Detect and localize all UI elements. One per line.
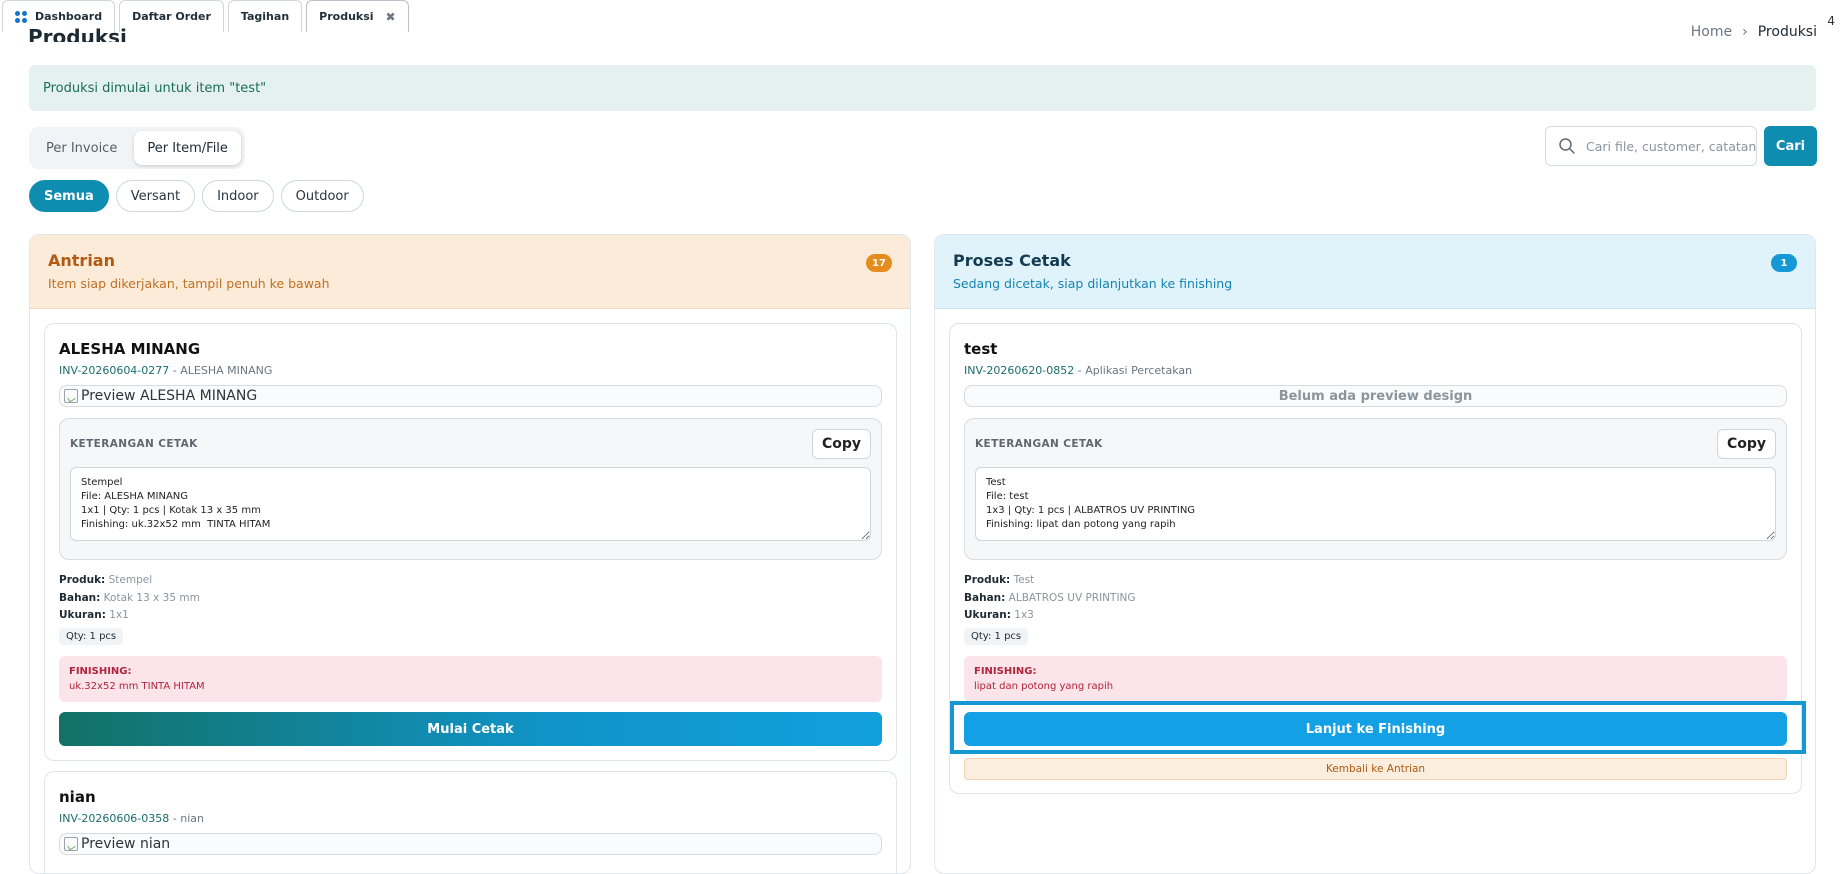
alert-text: Produksi dimulai untuk item "test" bbox=[43, 80, 267, 96]
meta-label: Produk: bbox=[964, 574, 1011, 586]
breadcrumb: Home › Produksi bbox=[1691, 20, 1817, 36]
meta-ukuran: 1x3 bbox=[1014, 609, 1034, 621]
continue-finishing-button[interactable]: Lanjut ke Finishing bbox=[964, 712, 1787, 746]
success-alert: Produksi dimulai untuk item "test" bbox=[29, 65, 1816, 111]
meta-label: Produk: bbox=[59, 574, 106, 586]
page-title: Produksi bbox=[28, 25, 127, 42]
finishing-text: lipat dan potong yang rapih bbox=[974, 681, 1114, 692]
filter-indoor[interactable]: Indoor bbox=[202, 180, 274, 212]
corner-counter: 4 bbox=[1827, 14, 1835, 28]
meta-label: Bahan: bbox=[59, 591, 101, 604]
filter-chips: Semua Versant Indoor Outdoor bbox=[29, 180, 364, 212]
qty-badge: Qty: 1 pcs bbox=[59, 627, 124, 645]
print-notes-box: KETERANGAN CETAK Copy bbox=[59, 418, 882, 560]
search-box bbox=[1545, 126, 1757, 166]
print-notes-box: KETERANGAN CETAK Copy bbox=[964, 418, 1787, 560]
view-toggle: Per Invoice Per Item/File bbox=[29, 127, 245, 169]
invoice-number[interactable]: INV-20260604-0277 bbox=[59, 364, 169, 377]
qty-badge: Qty: 1 pcs bbox=[964, 627, 1029, 645]
filter-versant[interactable]: Versant bbox=[115, 180, 196, 212]
finishing-text: uk.32x52 mm TINTA HITAM bbox=[69, 681, 205, 692]
print-notes-label: KETERANGAN CETAK bbox=[70, 438, 198, 450]
search-input[interactable] bbox=[1586, 138, 1756, 154]
meta-ukuran: 1x1 bbox=[109, 609, 129, 621]
breadcrumb-current: Produksi bbox=[1757, 24, 1817, 36]
invoice-number[interactable]: INV-20260606-0358 bbox=[59, 812, 169, 825]
customer-name: - nian bbox=[172, 812, 204, 825]
finishing-label: FINISHING: bbox=[974, 666, 1037, 677]
search-icon bbox=[1559, 138, 1575, 154]
invoice-number[interactable]: INV-20260620-0852 bbox=[964, 364, 1074, 377]
column-title: Proses Cetak bbox=[953, 251, 1071, 270]
tab-produksi[interactable]: Produksi ✖ bbox=[306, 0, 409, 32]
tab-label: Produksi bbox=[319, 10, 374, 23]
column-subtitle: Sedang dicetak, siap dilanjutkan ke fini… bbox=[953, 276, 1233, 291]
production-card: nian INV-20260606-0358 - nian Preview ni… bbox=[44, 771, 897, 873]
search-button[interactable]: Cari bbox=[1764, 126, 1817, 166]
meta-label: Bahan: bbox=[964, 591, 1006, 604]
broken-image-icon bbox=[64, 837, 78, 851]
invoice-line: INV-20260606-0358 - nian bbox=[59, 812, 882, 825]
design-preview[interactable]: Preview nian bbox=[59, 833, 882, 855]
tab-label: Daftar Order bbox=[132, 10, 211, 23]
invoice-line: INV-20260604-0277 - ALESHA MINANG bbox=[59, 364, 882, 377]
meta-bahan: Kotak 13 x 35 mm bbox=[103, 591, 200, 604]
production-card: ALESHA MINANG INV-20260604-0277 - ALESHA… bbox=[44, 323, 897, 761]
card-title: nian bbox=[59, 788, 96, 806]
chevron-right-icon: › bbox=[1742, 24, 1748, 36]
design-preview-empty: Belum ada preview design bbox=[964, 385, 1787, 407]
column-title: Antrian bbox=[48, 251, 115, 270]
broken-image-icon bbox=[64, 389, 78, 403]
card-title: ALESHA MINANG bbox=[59, 340, 201, 358]
finishing-box: FINISHING: lipat dan potong yang rapih bbox=[964, 656, 1787, 702]
start-print-button[interactable]: Mulai Cetak bbox=[59, 712, 882, 746]
back-to-queue-button[interactable]: Kembali ke Antrian bbox=[964, 758, 1787, 780]
meta-produk: Test bbox=[1013, 574, 1035, 586]
filter-semua[interactable]: Semua bbox=[29, 180, 109, 212]
preview-alt-text: Preview ALESHA MINANG bbox=[81, 388, 258, 404]
copy-button[interactable]: Copy bbox=[811, 429, 871, 459]
meta-produk: Stempel bbox=[108, 574, 153, 586]
filter-outdoor[interactable]: Outdoor bbox=[280, 180, 364, 212]
apps-grid-icon bbox=[15, 10, 27, 23]
design-preview[interactable]: Preview ALESHA MINANG bbox=[59, 385, 882, 407]
tab-bar: Dashboard Daftar Order Tagihan Produksi … bbox=[0, 0, 1841, 32]
breadcrumb-home[interactable]: Home bbox=[1691, 20, 1732, 36]
column-header: Proses Cetak Sedang dicetak, siap dilanj… bbox=[935, 235, 1815, 309]
item-meta: Produk: Stempel Bahan: Kotak 13 x 35 mm … bbox=[59, 572, 882, 645]
item-meta: Produk: Test Bahan: ALBATROS UV PRINTING… bbox=[964, 572, 1787, 645]
tab-label: Tagihan bbox=[240, 10, 290, 23]
invoice-line: INV-20260620-0852 - Aplikasi Percetakan bbox=[964, 364, 1787, 377]
finishing-label: FINISHING: bbox=[69, 666, 132, 677]
print-notes-textarea[interactable] bbox=[975, 467, 1776, 541]
column-antrian: Antrian Item siap dikerjakan, tampil pen… bbox=[29, 234, 911, 874]
print-notes-textarea[interactable] bbox=[70, 467, 871, 541]
meta-label: Ukuran: bbox=[59, 609, 106, 621]
print-notes-label: KETERANGAN CETAK bbox=[975, 438, 1103, 450]
preview-alt-text: Preview nian bbox=[81, 836, 171, 852]
column-proses-cetak: Proses Cetak Sedang dicetak, siap dilanj… bbox=[934, 234, 1816, 874]
tab-tagihan[interactable]: Tagihan bbox=[227, 0, 303, 32]
tab-daftar-order[interactable]: Daftar Order bbox=[119, 0, 224, 32]
finishing-box: FINISHING: uk.32x52 mm TINTA HITAM bbox=[59, 656, 882, 702]
toggle-per-item[interactable]: Per Item/File bbox=[134, 131, 241, 165]
meta-label: Ukuran: bbox=[964, 609, 1011, 621]
production-card: test INV-20260620-0852 - Aplikasi Percet… bbox=[949, 323, 1802, 794]
card-title: test bbox=[964, 340, 998, 358]
customer-name: - ALESHA MINANG bbox=[172, 364, 273, 377]
column-header: Antrian Item siap dikerjakan, tampil pen… bbox=[30, 235, 910, 309]
column-subtitle: Item siap dikerjakan, tampil penuh ke ba… bbox=[48, 276, 330, 291]
copy-button[interactable]: Copy bbox=[1716, 429, 1776, 459]
toggle-per-invoice[interactable]: Per Invoice bbox=[33, 131, 130, 165]
count-badge: 1 bbox=[1771, 254, 1797, 272]
meta-bahan: ALBATROS UV PRINTING bbox=[1008, 591, 1136, 604]
customer-name: - Aplikasi Percetakan bbox=[1077, 364, 1193, 377]
count-badge: 17 bbox=[866, 254, 892, 272]
close-icon[interactable]: ✖ bbox=[386, 10, 396, 24]
